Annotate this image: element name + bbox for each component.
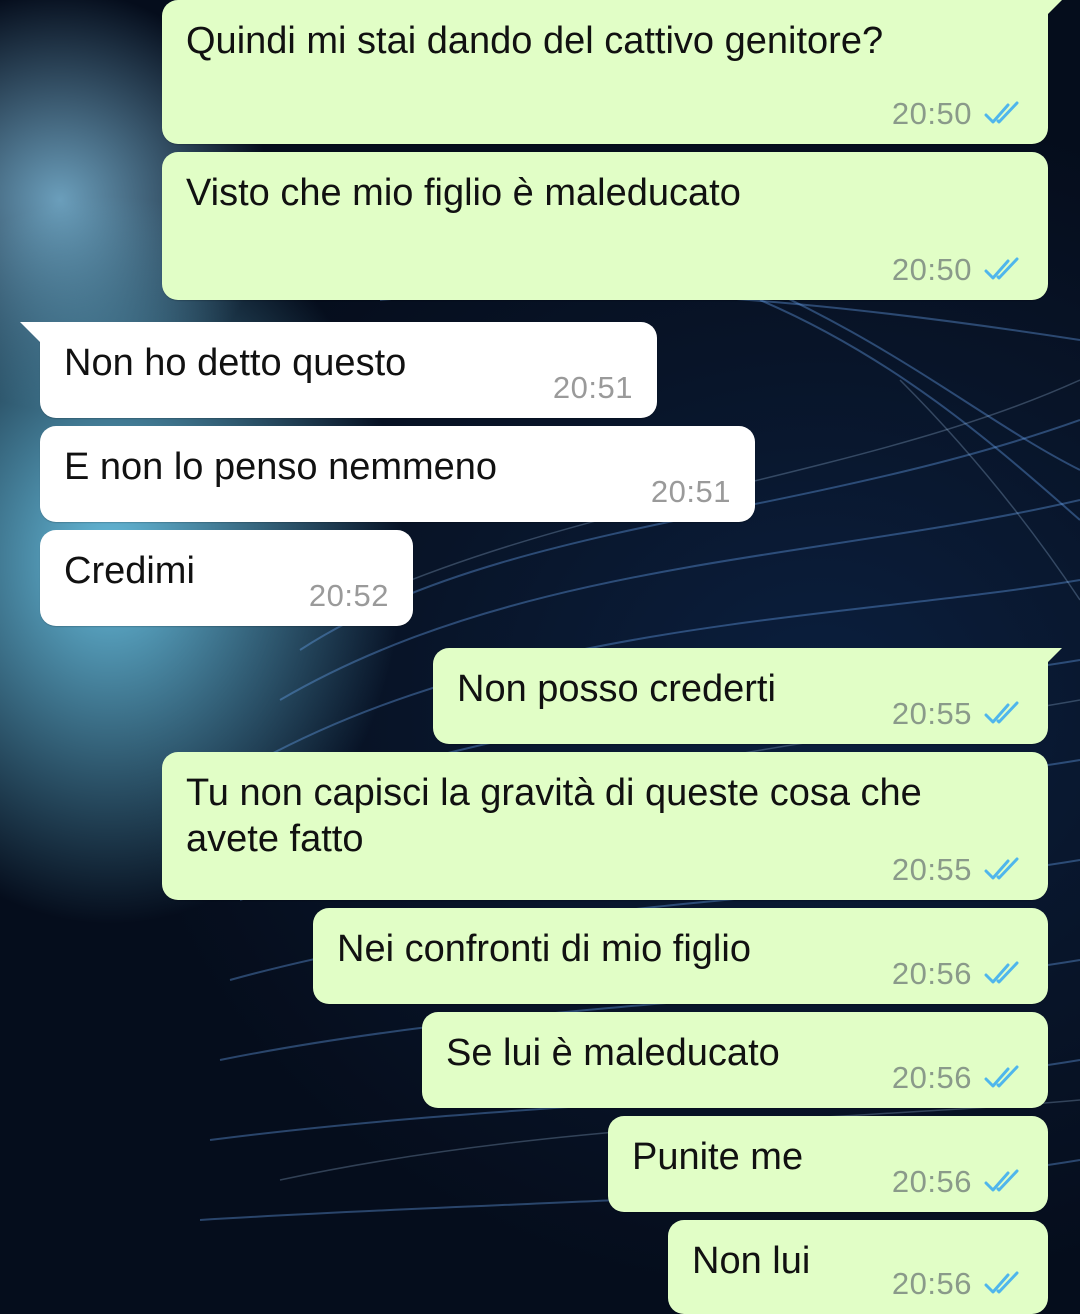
message-meta: 20:56 bbox=[892, 1060, 1024, 1096]
outgoing-message-bubble[interactable]: Non posso crederti 20:55 bbox=[433, 648, 1062, 744]
message-timestamp: 20:56 bbox=[891, 956, 972, 991]
message-timestamp: 20:56 bbox=[891, 1164, 972, 1199]
double-check-icon bbox=[984, 857, 1019, 880]
message-text: Punite me bbox=[632, 1136, 804, 1178]
incoming-message-bubble[interactable]: Non ho detto questo 20:51 bbox=[20, 322, 657, 418]
message-meta: 20:50 bbox=[892, 96, 1024, 132]
message-text: Quindi mi stai dando del cattivo genitor… bbox=[186, 20, 884, 62]
double-check-icon bbox=[984, 1169, 1019, 1192]
message-text: Se lui è maleducato bbox=[446, 1032, 780, 1074]
message-meta: 20:51 bbox=[651, 474, 731, 510]
outgoing-message-bubble[interactable]: Visto che mio figlio è maleducato 20:50 bbox=[162, 152, 1048, 300]
message-text: Tu non capisci la gravità di queste cosa… bbox=[186, 772, 933, 860]
bubble-tail bbox=[20, 322, 48, 350]
message-meta: 20:51 bbox=[553, 370, 633, 406]
message-meta: 20:52 bbox=[309, 578, 389, 614]
outgoing-message-bubble[interactable]: Tu non capisci la gravità di queste cosa… bbox=[162, 752, 1048, 900]
message-timestamp: 20:52 bbox=[308, 578, 389, 613]
bubble-tail bbox=[1040, 0, 1062, 22]
message-meta: 20:55 bbox=[892, 696, 1024, 732]
double-check-icon bbox=[984, 101, 1019, 124]
message-timestamp: 20:51 bbox=[552, 370, 633, 405]
double-check-icon bbox=[984, 961, 1019, 984]
outgoing-message-bubble[interactable]: Nei confronti di mio figlio 20:56 bbox=[313, 908, 1048, 1004]
outgoing-message-bubble[interactable]: Non lui 20:56 bbox=[668, 1220, 1048, 1314]
message-timestamp: 20:50 bbox=[891, 252, 972, 287]
message-timestamp: 20:55 bbox=[891, 852, 972, 887]
message-text: E non lo penso nemmeno bbox=[64, 446, 498, 488]
double-check-icon bbox=[984, 1065, 1019, 1088]
message-text: Non lui bbox=[692, 1240, 811, 1282]
outgoing-message-bubble[interactable]: Punite me 20:56 bbox=[608, 1116, 1048, 1212]
message-timestamp: 20:56 bbox=[891, 1266, 972, 1301]
message-meta: 20:56 bbox=[892, 1266, 1024, 1302]
message-meta: 20:50 bbox=[892, 252, 1024, 288]
message-timestamp: 20:56 bbox=[891, 1060, 972, 1095]
message-timestamp: 20:55 bbox=[891, 696, 972, 731]
incoming-message-bubble[interactable]: E non lo penso nemmeno 20:51 bbox=[40, 426, 755, 522]
outgoing-message-bubble[interactable]: Quindi mi stai dando del cattivo genitor… bbox=[162, 0, 1062, 144]
message-text: Non posso crederti bbox=[457, 668, 776, 710]
message-text: Credimi bbox=[64, 550, 195, 592]
message-text: Non ho detto questo bbox=[64, 342, 407, 384]
incoming-message-bubble[interactable]: Credimi 20:52 bbox=[40, 530, 413, 626]
message-text: Visto che mio figlio è maleducato bbox=[186, 172, 741, 214]
message-timestamp: 20:51 bbox=[650, 474, 731, 509]
message-timestamp: 20:50 bbox=[891, 96, 972, 131]
double-check-icon bbox=[984, 257, 1019, 280]
double-check-icon bbox=[984, 1271, 1019, 1294]
outgoing-message-bubble[interactable]: Se lui è maleducato 20:56 bbox=[422, 1012, 1048, 1108]
bubble-tail bbox=[1040, 648, 1062, 670]
message-meta: 20:56 bbox=[892, 1164, 1024, 1200]
double-check-icon bbox=[984, 701, 1019, 724]
message-meta: 20:55 bbox=[892, 852, 1024, 888]
message-text: Nei confronti di mio figlio bbox=[337, 928, 751, 970]
message-meta: 20:56 bbox=[892, 956, 1024, 992]
